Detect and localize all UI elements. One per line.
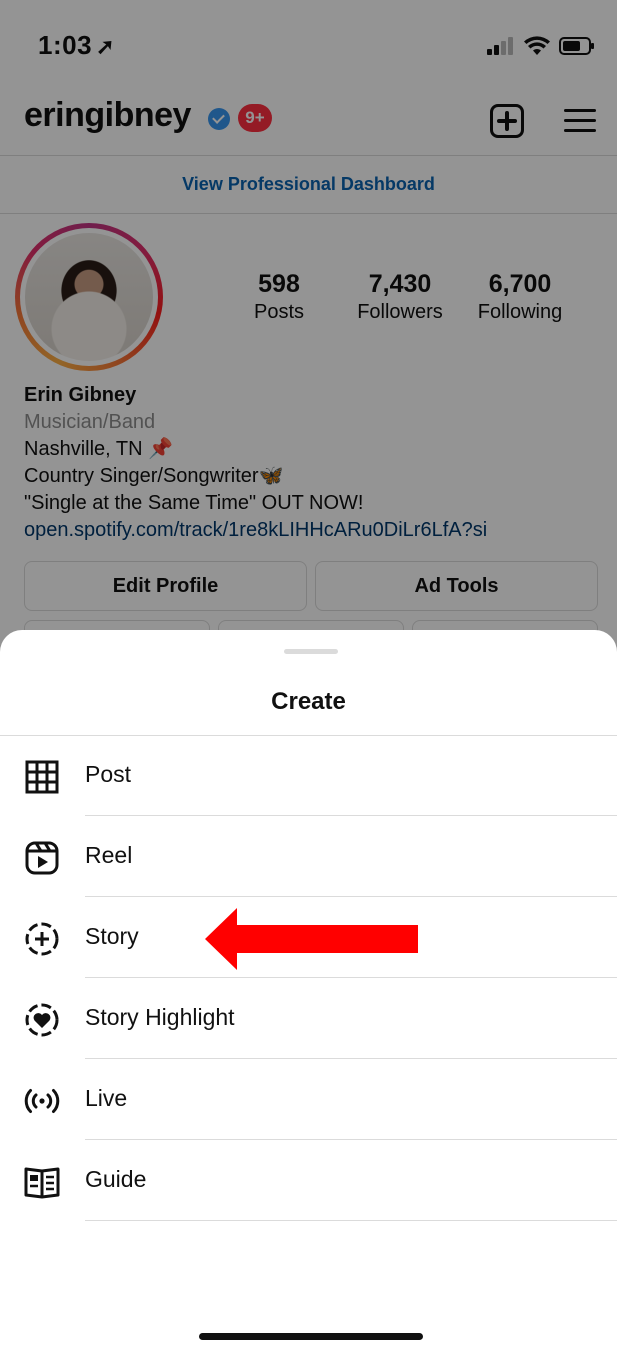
menu-item-guide[interactable]: Guide (0, 1140, 617, 1221)
menu-item-label: Reel (85, 842, 133, 868)
menu-item-label: Guide (85, 1166, 147, 1192)
menu-item-label: Post (85, 761, 132, 787)
create-sheet: Create Post Reel Story Story Highlight L… (0, 630, 617, 1351)
divider (85, 1220, 617, 1221)
guide-icon (24, 1167, 60, 1199)
story-highlight-icon (25, 1003, 59, 1037)
red-arrow-annotation (205, 908, 418, 970)
grid-icon (25, 760, 59, 794)
story-add-icon (25, 922, 59, 956)
reel-icon (25, 841, 59, 875)
menu-item-story-highlight[interactable]: Story Highlight (0, 978, 617, 1059)
sheet-title: Create (271, 688, 346, 715)
menu-item-label: Live (85, 1085, 128, 1111)
home-indicator[interactable] (199, 1333, 423, 1340)
live-icon (24, 1089, 60, 1113)
menu-item-post[interactable]: Post (0, 735, 617, 816)
menu-item-label: Story Highlight (85, 1004, 235, 1030)
sheet-grabber[interactable] (284, 649, 338, 654)
menu-item-live[interactable]: Live (0, 1059, 617, 1140)
menu-item-reel[interactable]: Reel (0, 816, 617, 897)
menu-item-label: Story (85, 923, 139, 949)
